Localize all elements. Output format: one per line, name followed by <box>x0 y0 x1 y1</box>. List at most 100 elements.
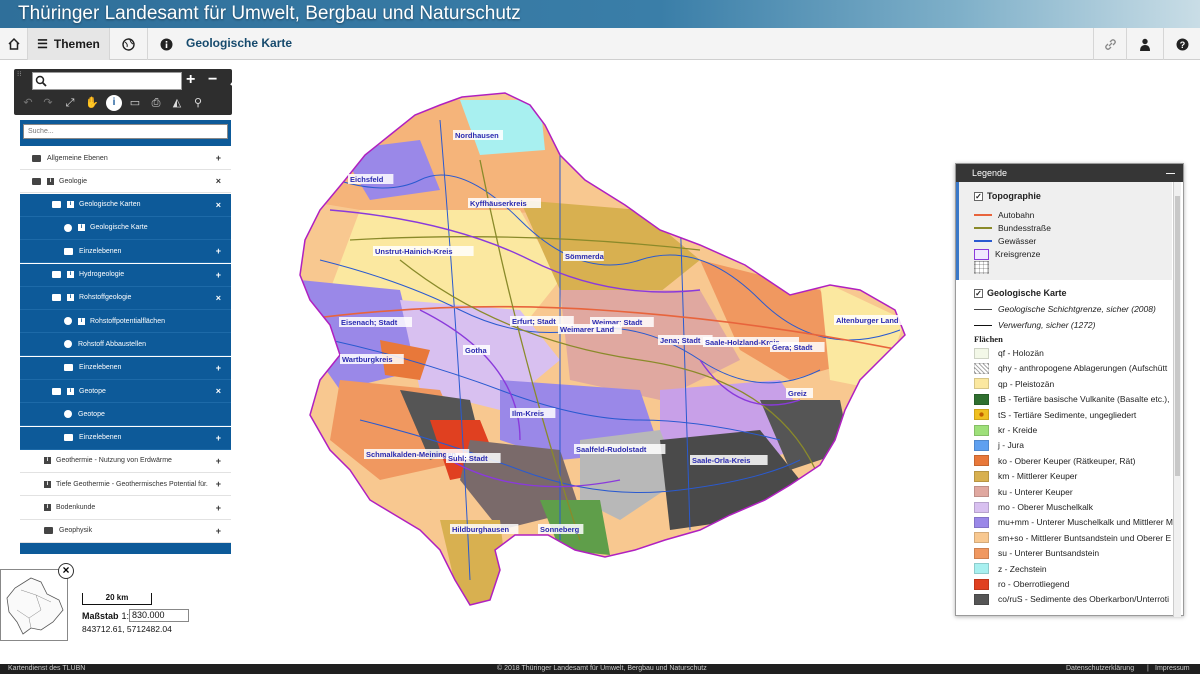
tree-toggle[interactable]: + <box>216 363 221 373</box>
legend-body: ✓ Topographie Autobahn Bundesstraße Gewäss… <box>956 182 1185 617</box>
info-icon[interactable] <box>148 28 184 60</box>
tree-toggle[interactable]: + <box>216 526 221 536</box>
topo-group-header[interactable]: ✓ Topographie <box>974 189 1041 203</box>
map-label: Altenburger Land <box>836 316 899 325</box>
tree-item[interactable]: Geotope <box>20 403 231 427</box>
map-label: Eichsfeld <box>350 175 384 184</box>
tree-toggle[interactable]: × <box>216 176 221 186</box>
legend-swatch <box>974 532 989 544</box>
info-icon: i <box>44 480 51 488</box>
close-icon[interactable]: × <box>58 563 74 579</box>
share-icon[interactable]: ⚲ <box>190 95 206 111</box>
tree-toggle[interactable]: + <box>216 153 221 163</box>
tree-item[interactable]: Geophysik + <box>20 520 231 543</box>
legend-swatch <box>974 516 989 528</box>
legend-item-label: tB - Tertiäre basische Vulkanite (Basalt… <box>998 394 1170 405</box>
zoom-in-button[interactable]: + <box>186 71 195 89</box>
help-icon[interactable]: ? <box>1164 28 1200 60</box>
geo-group-header[interactable]: ✓ Geologische Karte <box>974 286 1067 300</box>
home-icon[interactable] <box>0 28 28 60</box>
folder-icon <box>32 154 41 162</box>
user-icon[interactable] <box>1127 28 1164 60</box>
tree-item[interactable]: Rohstoff Abbaustellen <box>20 333 231 357</box>
tree-item[interactable]: i Geologische Karten × <box>20 193 231 217</box>
folder-icon <box>52 294 61 302</box>
map-label: Saalfeld-Rudolstadt <box>576 445 647 454</box>
tree-item[interactable]: i Geothermie - Nutzung von Erdwärme + <box>20 450 231 473</box>
legend-item-label: km - Mittlerer Keuper <box>998 471 1078 482</box>
scale-input[interactable]: 830.000 <box>129 609 190 622</box>
collapse-button[interactable] <box>230 74 240 92</box>
legend-area-item: z - Zechstein <box>974 562 1047 576</box>
tree-item-label: Geologische Karten <box>79 201 141 209</box>
themes-button[interactable]: ☰ Themen <box>28 28 110 60</box>
map-label: Ilm-Kreis <box>512 409 544 418</box>
link-icon[interactable] <box>1093 28 1127 60</box>
identify-info-icon[interactable]: i <box>106 95 122 111</box>
flaechen-heading: Flächen <box>974 334 1003 344</box>
measure-icon[interactable]: ▭ <box>127 95 143 111</box>
geo-checkbox[interactable]: ✓ <box>974 288 983 298</box>
map-search-input[interactable] <box>32 72 182 90</box>
imprint-link[interactable]: Impressum <box>1155 664 1190 674</box>
redo-icon[interactable]: ↷ <box>40 95 56 111</box>
draw-icon[interactable]: ◭ <box>169 95 185 111</box>
drag-handle-icon[interactable]: ⁝⁝ <box>17 71 27 89</box>
map-label: Kyffhäuserkreis <box>470 199 527 208</box>
tree-item[interactable]: i Hydrogeologie + <box>20 263 231 287</box>
tree-toggle[interactable]: + <box>216 456 221 466</box>
legend-item-label: su - Unterer Buntsandstein <box>998 548 1100 559</box>
legend-topo-item <box>974 260 995 274</box>
tree-item[interactable]: i Rohstoffpotentialflächen <box>20 310 231 334</box>
undo-icon[interactable]: ↶ <box>20 95 36 111</box>
legend-item-label: Bundesstraße <box>998 223 1051 233</box>
tree-item[interactable]: Einzelebenen + <box>20 426 231 450</box>
tree-item[interactable]: Einzelebenen + <box>20 240 231 264</box>
tree-item[interactable]: i Geologische Karte <box>20 216 231 240</box>
line-swatch <box>974 308 992 310</box>
tree-item-label: Geologie <box>59 177 88 185</box>
tree-item-label: Allgemeine Ebenen <box>47 154 108 162</box>
legend-header[interactable]: Legende — <box>956 164 1183 182</box>
globe-icon[interactable] <box>110 28 148 60</box>
geo-title: Geologische Karte <box>987 288 1067 298</box>
legend-swatch <box>974 240 992 242</box>
tree-toggle[interactable]: × <box>216 293 221 303</box>
zoom-out-button[interactable]: − <box>208 71 217 89</box>
map-label: Gera; Stadt <box>772 343 813 352</box>
tree-toggle[interactable]: + <box>216 479 221 489</box>
map-label: Gotha <box>465 346 487 355</box>
tree-toggle[interactable]: + <box>216 246 221 256</box>
privacy-link[interactable]: Datenschutzerklärung <box>1066 664 1134 674</box>
legend-area-item: qf - Holozän <box>974 346 1044 360</box>
tree-item[interactable]: i Tiefe Geothermie - Geothermisches Poten… <box>20 473 231 497</box>
pan-hand-icon[interactable]: ✋ <box>84 95 100 111</box>
tree-toggle[interactable]: × <box>216 386 221 396</box>
tree-search-input[interactable] <box>23 124 228 139</box>
scrollbar-thumb[interactable] <box>1175 196 1180 476</box>
print-icon[interactable]: ⎙ <box>148 95 164 111</box>
legend-topo-item: Autobahn <box>974 208 1034 222</box>
overview-map[interactable]: × <box>0 563 74 641</box>
tree-toggle[interactable]: + <box>216 270 221 280</box>
topo-checkbox[interactable]: ✓ <box>974 191 983 201</box>
tree-item-label: Rohstoffpotentialflächen <box>90 317 165 325</box>
info-icon: i <box>78 224 85 232</box>
tree-item[interactable]: Allgemeine Ebenen + <box>20 147 231 170</box>
tree-item[interactable]: Einzelebenen + <box>20 356 231 380</box>
tree-toggle[interactable]: + <box>216 433 221 443</box>
legend-scrollbar[interactable] <box>1173 182 1181 617</box>
legend-area-item: km - Mittlerer Keuper <box>974 469 1077 483</box>
legend-item-label: ko - Oberer Keuper (Rätkeuper, Rät) <box>998 455 1136 466</box>
full-extent-icon[interactable]: ⤢ <box>62 95 78 111</box>
tree-toggle[interactable]: + <box>216 503 221 513</box>
legend-swatch <box>974 260 989 274</box>
tree-item[interactable]: i Rohstoffgeologie × <box>20 286 231 310</box>
info-icon: i <box>47 177 54 185</box>
map-label: Hildburghausen <box>452 525 510 534</box>
tree-item[interactable]: i Bodenkunde + <box>20 497 231 520</box>
minimize-icon[interactable]: — <box>1166 164 1175 182</box>
tree-toggle[interactable]: × <box>216 200 221 210</box>
tree-item[interactable]: i Geotope × <box>20 380 231 403</box>
tree-item[interactable]: i Geologie × <box>20 170 231 194</box>
